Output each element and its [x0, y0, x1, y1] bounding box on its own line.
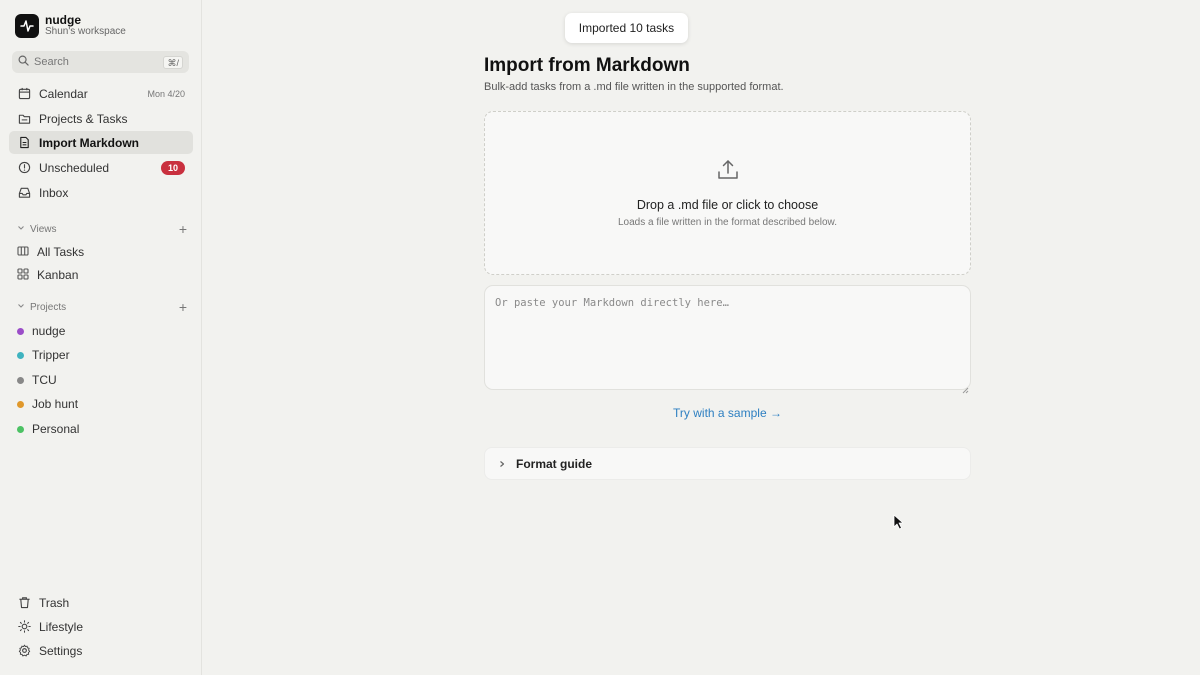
dropzone-title: Drop a .md file or click to choose [636, 198, 819, 212]
project-item-personal[interactable]: Personal [9, 418, 193, 440]
file-dropzone[interactable]: Drop a .md file or click to choose Loads… [484, 111, 971, 275]
page-subtitle: Bulk-add tasks from a .md file written i… [484, 81, 784, 93]
views-section-header[interactable]: Views + [17, 221, 187, 237]
nav-item-label: Unscheduled [39, 160, 110, 175]
upload-icon [716, 158, 740, 187]
resize-handle-icon[interactable] [962, 381, 969, 399]
chevron-down-icon [17, 224, 25, 235]
workspace-switcher[interactable]: nudge Shun's workspace [15, 14, 126, 38]
chevron-right-icon [498, 455, 506, 473]
sun-icon [17, 620, 31, 634]
activity-pulse-icon [15, 14, 39, 38]
search-input[interactable]: Search ⌘/ [12, 51, 189, 73]
format-guide-label: Format guide [516, 456, 593, 471]
nav-item-label: Lifestyle [39, 619, 84, 634]
nav-item-label: Trash [39, 595, 70, 610]
grid-icon [17, 267, 29, 283]
project-color-dot [17, 351, 24, 359]
gear-icon [17, 644, 31, 658]
project-color-dot [17, 400, 24, 408]
view-item-label: All Tasks [37, 245, 85, 259]
nav-item-label: Calendar [39, 86, 88, 101]
search-icon [18, 53, 29, 71]
project-label: Tripper [32, 348, 70, 362]
trash-icon [17, 596, 31, 610]
format-guide-toggle[interactable]: Format guide [484, 447, 971, 480]
project-label: TCU [32, 373, 57, 387]
dropzone-subtitle: Loads a file written in the format descr… [617, 217, 837, 228]
add-view-button[interactable]: + [179, 222, 187, 236]
inbox-icon [17, 186, 31, 200]
project-color-dot [17, 376, 24, 384]
project-label: Personal [32, 422, 80, 436]
project-color-dot [17, 425, 24, 433]
nav-item-lifestyle[interactable]: Lifestyle [9, 615, 193, 638]
markdown-paste-textarea[interactable] [484, 285, 971, 390]
calendar-icon [17, 87, 31, 101]
nav-item-import-markdown[interactable]: Import Markdown [9, 131, 193, 154]
views-heading: Views [30, 223, 57, 235]
projects-heading: Projects [30, 301, 67, 313]
clock-icon [17, 161, 31, 175]
project-item-job-hunt[interactable]: Job hunt [9, 393, 193, 415]
workspace-name: Shun's workspace [45, 26, 126, 37]
project-label: nudge [32, 324, 66, 338]
nav-item-trash[interactable]: Trash [9, 591, 193, 614]
app-name: nudge [45, 13, 81, 27]
try-sample-link[interactable]: Try with a sample → [484, 406, 971, 420]
document-icon [17, 136, 31, 150]
page-title: Import from Markdown [484, 55, 690, 76]
nav-item-calendar[interactable]: Calendar Mon 4/20 [9, 82, 193, 105]
view-item-kanban[interactable]: Kanban [9, 264, 193, 286]
mouse-cursor-icon [893, 514, 904, 535]
project-item-nudge[interactable]: nudge [9, 320, 193, 342]
project-label: Job hunt [32, 397, 79, 411]
nav-item-projects-tasks[interactable]: Projects & Tasks [9, 107, 193, 130]
calendar-date: Mon 4/20 [147, 88, 185, 99]
view-item-label: Kanban [37, 268, 79, 282]
nav-item-label: Inbox [39, 185, 69, 200]
project-color-dot [17, 327, 24, 335]
chevron-down-icon [17, 302, 25, 313]
nav-item-settings[interactable]: Settings [9, 639, 193, 662]
columns-icon [17, 245, 29, 260]
sidebar: nudge Shun's workspace Search ⌘/ Calenda… [0, 0, 202, 675]
project-item-tcu[interactable]: TCU [9, 369, 193, 391]
nav-item-label: Projects & Tasks [39, 111, 128, 126]
project-item-tripper[interactable]: Tripper [9, 344, 193, 366]
nav-item-label: Settings [39, 643, 83, 658]
nav-item-label: Import Markdown [39, 135, 140, 150]
import-success-toast: Imported 10 tasks [565, 13, 688, 43]
search-shortcut: ⌘/ [163, 55, 183, 69]
view-item-all-tasks[interactable]: All Tasks [9, 241, 193, 263]
search-label: Search [34, 56, 69, 68]
folder-icon [17, 112, 31, 126]
projects-section-header[interactable]: Projects + [17, 299, 187, 315]
nav-item-unscheduled[interactable]: Unscheduled 10 [9, 156, 193, 179]
add-project-button[interactable]: + [179, 300, 187, 314]
unscheduled-count-badge: 10 [160, 160, 185, 175]
nav-item-inbox[interactable]: Inbox [9, 181, 193, 204]
